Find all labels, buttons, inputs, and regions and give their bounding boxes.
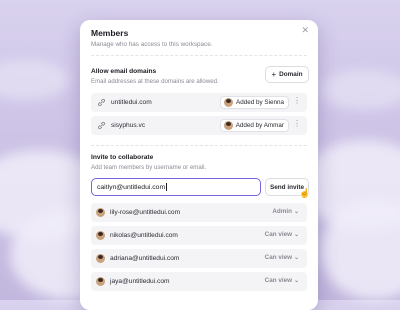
role-label: Admin [272, 208, 292, 215]
invite-section-subtitle: Add team members by username or email. [91, 164, 207, 171]
added-by-badge: Added by Ammar [219, 119, 289, 132]
divider [91, 55, 307, 56]
member-row: nikolas@untitledui.com Can view ⌄ [91, 226, 307, 245]
chevron-down-icon: ⌄ [293, 278, 299, 284]
member-row: adriana@untitledui.com Can view ⌄ [91, 249, 307, 268]
domain-row: sisyphus.vc Added by Ammar ⋮ [91, 116, 307, 135]
role-dropdown[interactable]: Can view ⌄ [265, 277, 299, 284]
avatar [96, 254, 105, 263]
domain-row: untitledui.com Added by Sienna ⋮ [91, 93, 307, 112]
role-label: Can view [264, 254, 292, 261]
avatar [96, 208, 105, 217]
more-options-icon[interactable]: ⋮ [293, 97, 301, 105]
divider [91, 145, 307, 146]
invite-email-value: caitlyn@untitledui.com [97, 183, 166, 191]
role-label: Can view [264, 231, 292, 238]
add-domain-button[interactable]: + Domain [265, 66, 309, 83]
members-modal: Members Manage who has access to this wo… [80, 20, 318, 310]
added-by-label: Added by Sienna [236, 99, 284, 106]
avatar [96, 277, 105, 286]
chevron-down-icon: ⌄ [293, 209, 299, 215]
role-dropdown[interactable]: Admin ⌄ [272, 208, 299, 215]
invite-section-title: Invite to collaborate [91, 154, 154, 161]
role-dropdown[interactable]: Can view ⌄ [265, 231, 299, 238]
role-label: Can view [264, 277, 292, 284]
add-domain-label: Domain [279, 71, 303, 78]
avatar [223, 121, 233, 130]
added-by-label: Added by Ammar [235, 122, 284, 129]
modal-subtitle: Manage who has access to this workspace. [91, 41, 213, 48]
domains-section-title: Allow email domains [91, 68, 157, 75]
member-email: adriana@untitledui.com [110, 255, 180, 262]
link-icon [97, 121, 106, 130]
avatar [224, 98, 234, 107]
close-icon[interactable]: ✕ [301, 26, 309, 35]
chevron-down-icon: ⌄ [293, 232, 299, 238]
domain-name: sisyphus.vc [111, 122, 146, 129]
member-email: nikolas@untitledui.com [110, 232, 178, 239]
added-by-badge: Added by Sienna [220, 96, 289, 109]
more-options-icon[interactable]: ⋮ [293, 120, 301, 128]
member-row: jaya@untitledui.com Can view ⌄ [91, 272, 307, 291]
role-dropdown[interactable]: Can view ⌄ [265, 254, 299, 261]
avatar [96, 231, 105, 240]
chevron-down-icon: ⌄ [293, 255, 299, 261]
plus-icon: + [271, 70, 277, 79]
domain-name: untitledui.com [111, 99, 152, 106]
modal-title: Members [91, 28, 129, 38]
member-email: lily-rose@untitledui.com [110, 209, 181, 216]
invite-email-input[interactable]: caitlyn@untitledui.com [91, 178, 261, 196]
text-caret [166, 183, 167, 191]
domains-section-subtitle: Email addresses at these domains are all… [91, 78, 219, 85]
member-email: jaya@untitledui.com [110, 278, 170, 285]
member-row: lily-rose@untitledui.com Admin ⌄ [91, 203, 307, 222]
hand-cursor-icon: ☝ [299, 188, 311, 198]
link-icon [97, 98, 106, 107]
